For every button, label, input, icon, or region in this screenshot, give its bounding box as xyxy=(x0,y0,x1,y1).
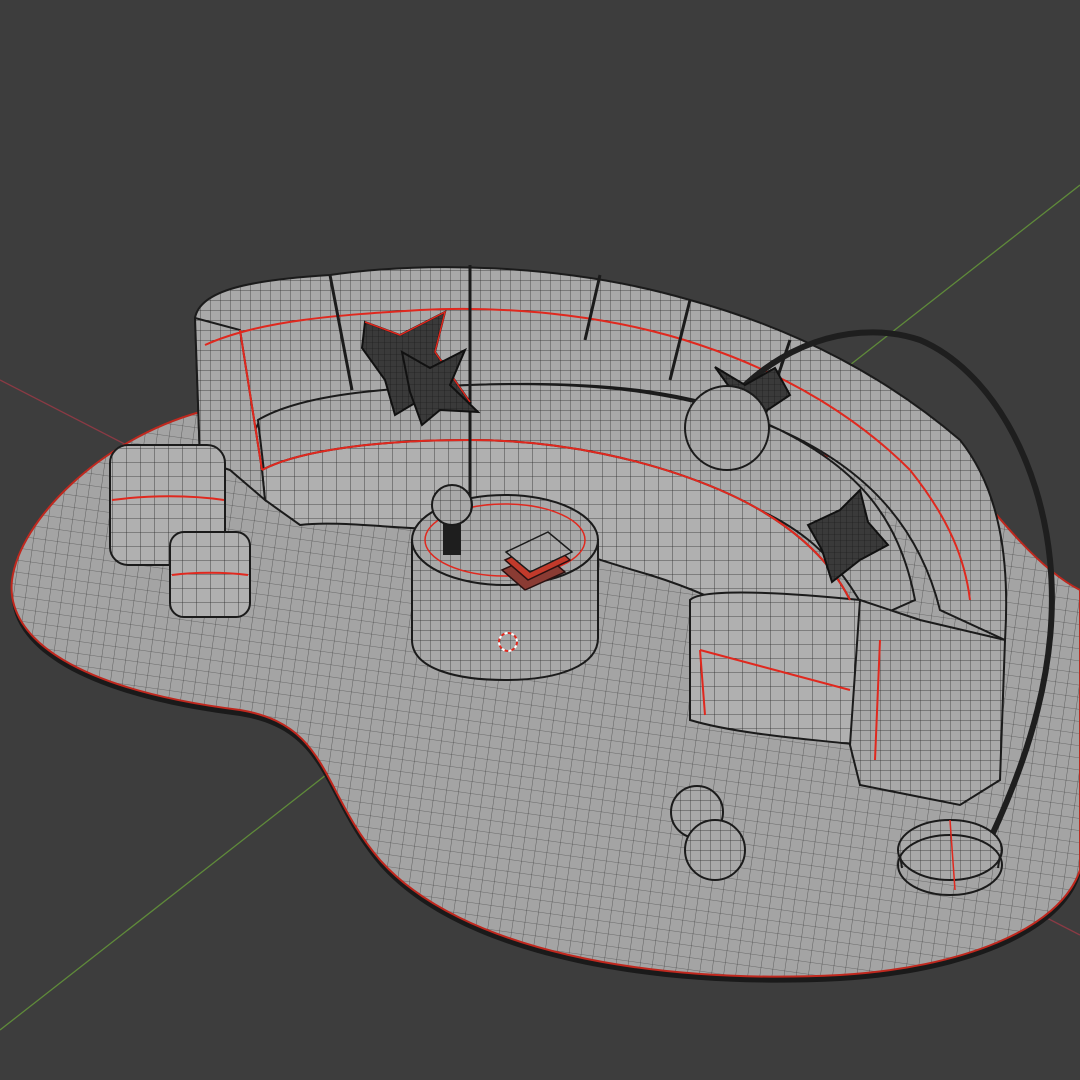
3d-viewport[interactable] xyxy=(0,0,1080,1080)
round-coffee-table[interactable] xyxy=(411,494,599,682)
ottoman-small[interactable] xyxy=(169,531,251,618)
viewport-canvas[interactable] xyxy=(0,0,1080,1080)
